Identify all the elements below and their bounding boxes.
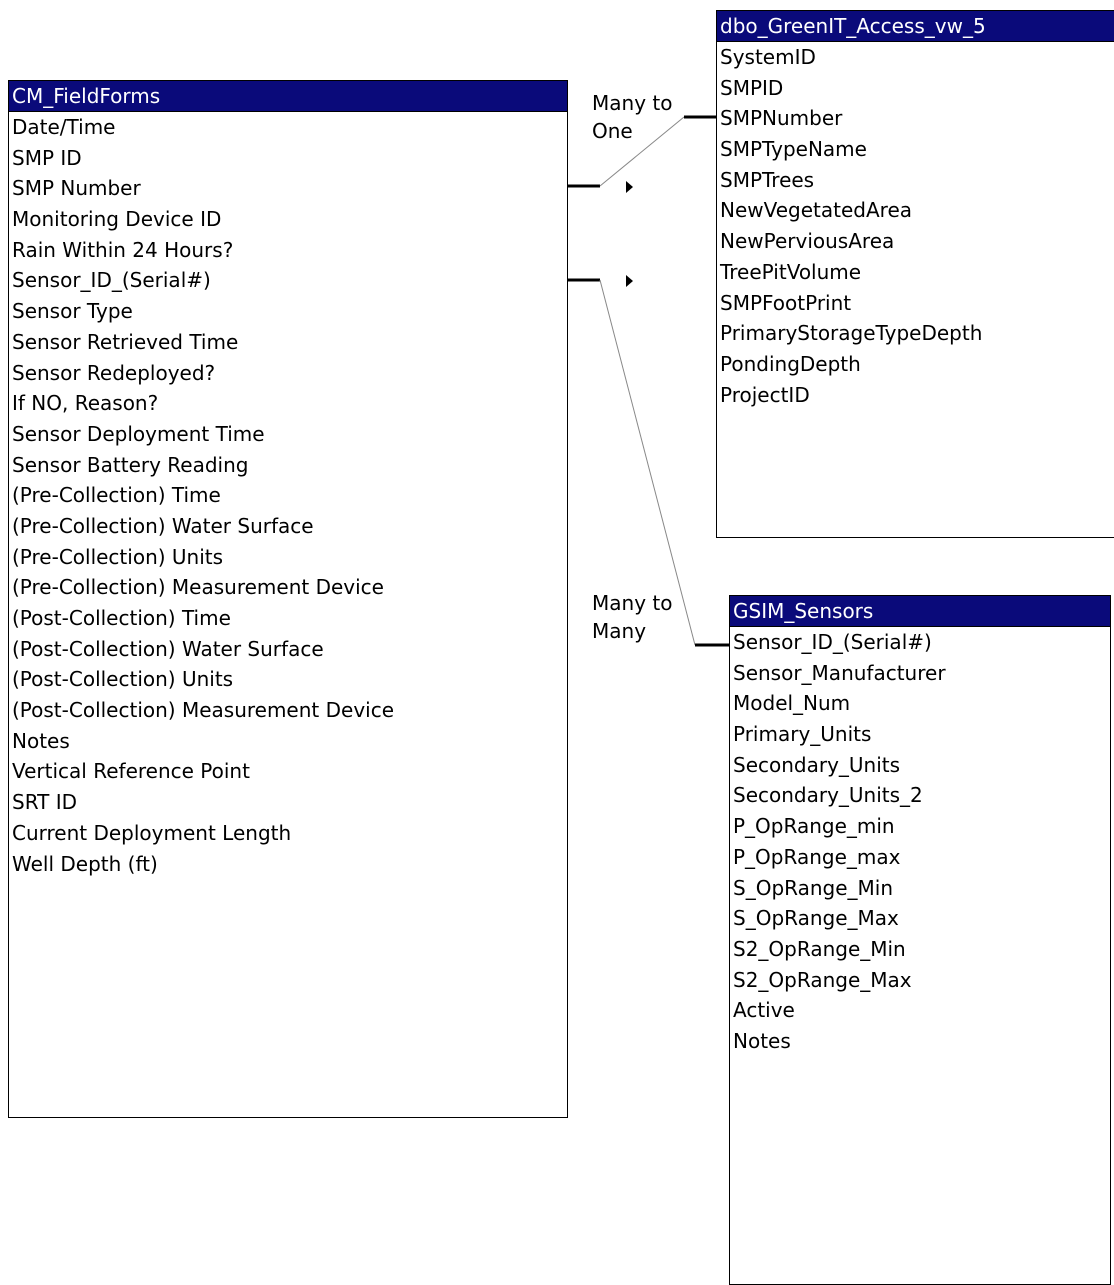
relationship-label-many-to-one: Many to One: [592, 89, 672, 145]
table-field[interactable]: Sensor_ID_(Serial#): [730, 627, 1110, 658]
table-field[interactable]: (Post-Collection) Units: [9, 664, 567, 695]
table-field[interactable]: (Post-Collection) Water Surface: [9, 634, 567, 665]
table-field[interactable]: Primary_Units: [730, 719, 1110, 750]
table-field[interactable]: P_OpRange_min: [730, 811, 1110, 842]
table-title[interactable]: GSIM_Sensors: [730, 596, 1110, 627]
table-field[interactable]: P_OpRange_max: [730, 842, 1110, 873]
table-field[interactable]: (Pre-Collection) Water Surface: [9, 511, 567, 542]
table-field[interactable]: (Pre-Collection) Measurement Device: [9, 572, 567, 603]
table-title[interactable]: CM_FieldForms: [9, 81, 567, 112]
table-field[interactable]: Sensor Redeployed?: [9, 358, 567, 389]
relationship-label-line: Many: [592, 619, 647, 643]
table-field[interactable]: Sensor Battery Reading: [9, 450, 567, 481]
table-field[interactable]: NewVegetatedArea: [717, 195, 1114, 226]
field-list: SystemID SMPID SMPNumber SMPTypeName SMP…: [717, 42, 1114, 410]
relationship-arrow-marker: [626, 181, 633, 193]
table-field[interactable]: Sensor Deployment Time: [9, 419, 567, 450]
table-field[interactable]: Notes: [9, 726, 567, 757]
table-field[interactable]: ProjectID: [717, 380, 1114, 411]
table-field[interactable]: Secondary_Units_2: [730, 780, 1110, 811]
table-field[interactable]: TreePitVolume: [717, 257, 1114, 288]
table-field[interactable]: SMP ID: [9, 143, 567, 174]
table-field[interactable]: Vertical Reference Point: [9, 756, 567, 787]
table-field[interactable]: NewPerviousArea: [717, 226, 1114, 257]
table-field[interactable]: PrimaryStorageTypeDepth: [717, 318, 1114, 349]
table-field[interactable]: SMPTrees: [717, 165, 1114, 196]
table-gsim-sensors[interactable]: GSIM_Sensors Sensor_ID_(Serial#) Sensor_…: [729, 595, 1111, 1285]
table-field[interactable]: Date/Time: [9, 112, 567, 143]
table-field[interactable]: SMPNumber: [717, 103, 1114, 134]
table-field[interactable]: Monitoring Device ID: [9, 204, 567, 235]
relationship-label-line: One: [592, 119, 633, 143]
table-field[interactable]: SMPTypeName: [717, 134, 1114, 165]
table-field[interactable]: S2_OpRange_Max: [730, 965, 1110, 996]
table-field[interactable]: Sensor_Manufacturer: [730, 658, 1110, 689]
table-field[interactable]: Sensor_ID_(Serial#): [9, 265, 567, 296]
table-cm-fieldforms[interactable]: CM_FieldForms Date/Time SMP ID SMP Numbe…: [8, 80, 568, 1118]
field-list: Sensor_ID_(Serial#) Sensor_Manufacturer …: [730, 627, 1110, 1057]
table-field[interactable]: Secondary_Units: [730, 750, 1110, 781]
relationship-label-many-to-many: Many to Many: [592, 589, 672, 645]
table-title[interactable]: dbo_GreenIT_Access_vw_5: [717, 11, 1114, 42]
relationship-arrow-marker: [626, 275, 633, 287]
relationship-label-line: Many to: [592, 91, 673, 115]
relationship-label-line: Many to: [592, 591, 673, 615]
table-field[interactable]: Active: [730, 995, 1110, 1026]
field-list: Date/Time SMP ID SMP Number Monitoring D…: [9, 112, 567, 879]
table-field[interactable]: SMP Number: [9, 173, 567, 204]
table-field[interactable]: Notes: [730, 1026, 1110, 1057]
table-field[interactable]: SMPFootPrint: [717, 288, 1114, 319]
table-field[interactable]: Rain Within 24 Hours?: [9, 235, 567, 266]
table-field[interactable]: S_OpRange_Min: [730, 873, 1110, 904]
table-field[interactable]: S_OpRange_Max: [730, 903, 1110, 934]
table-field[interactable]: Sensor Type: [9, 296, 567, 327]
table-field[interactable]: (Post-Collection) Time: [9, 603, 567, 634]
table-field[interactable]: S2_OpRange_Min: [730, 934, 1110, 965]
table-field[interactable]: (Pre-Collection) Time: [9, 480, 567, 511]
table-field[interactable]: (Pre-Collection) Units: [9, 542, 567, 573]
table-field[interactable]: Well Depth (ft): [9, 849, 567, 880]
table-field[interactable]: Model_Num: [730, 688, 1110, 719]
table-field[interactable]: SystemID: [717, 42, 1114, 73]
table-field[interactable]: If NO, Reason?: [9, 388, 567, 419]
table-field[interactable]: SMPID: [717, 73, 1114, 104]
table-field[interactable]: (Post-Collection) Measurement Device: [9, 695, 567, 726]
table-field[interactable]: SRT ID: [9, 787, 567, 818]
table-field[interactable]: Sensor Retrieved Time: [9, 327, 567, 358]
table-field[interactable]: Current Deployment Length: [9, 818, 567, 849]
table-field[interactable]: PondingDepth: [717, 349, 1114, 380]
table-dbo-greenit-access-vw-5[interactable]: dbo_GreenIT_Access_vw_5 SystemID SMPID S…: [716, 10, 1114, 538]
